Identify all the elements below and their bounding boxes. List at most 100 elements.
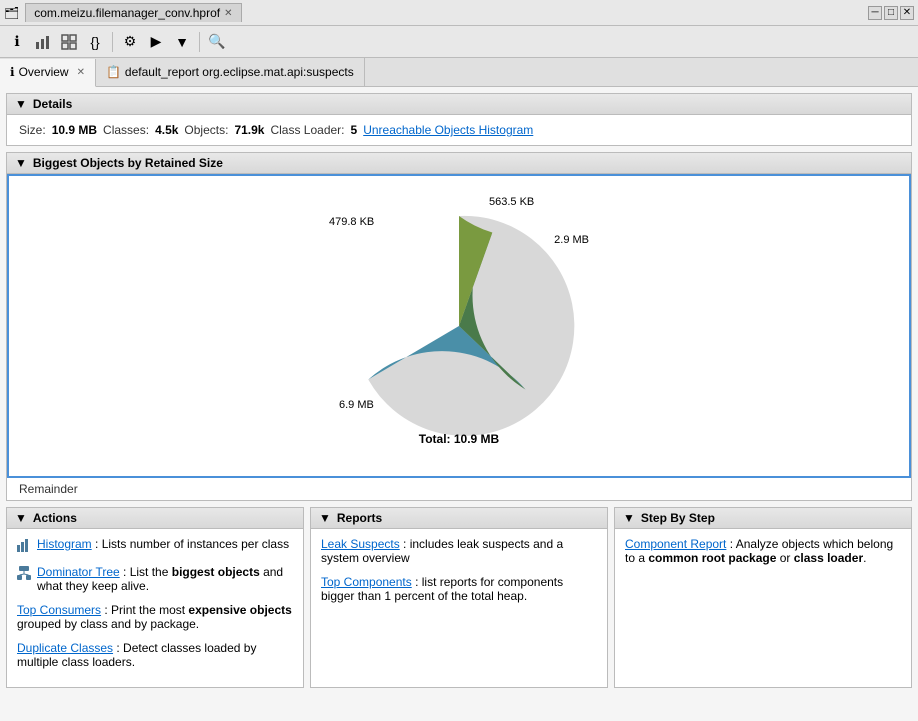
action-duplicate-classes: Duplicate Classes : Detect classes loade…: [17, 641, 293, 669]
file-tab-close[interactable]: ✕: [224, 8, 232, 19]
reports-title: Reports: [337, 511, 382, 525]
chart-total: Total: 10.9 MB: [419, 432, 499, 446]
chart-area: 563.5 KB 479.8 KB 2.9 MB 6.9 MB: [7, 174, 911, 478]
dominator-text: Dominator Tree : List the biggest object…: [37, 565, 293, 593]
tab-overview-close[interactable]: ✕: [77, 67, 85, 78]
actions-section: ▼ Actions Histogram : Lists number of in…: [6, 507, 304, 688]
biggest-objects-header[interactable]: ▼ Biggest Objects by Retained Size: [7, 153, 911, 174]
component-report-link[interactable]: Component Report: [625, 537, 726, 551]
label-563kb: 563.5 KB: [489, 196, 534, 208]
component-report-desc3: .: [863, 551, 866, 565]
leak-suspects-link[interactable]: Leak Suspects: [321, 537, 400, 551]
label-6-9mb: 6.9 MB: [339, 399, 374, 411]
title-bar-left: 🗂 com.meizu.filemanager_conv.hprof ✕: [4, 3, 242, 22]
tab-overview[interactable]: ℹ Overview ✕: [0, 59, 96, 87]
details-row: Size: 10.9 MB Classes: 4.5k Objects: 71.…: [19, 123, 899, 137]
dominator-desc1: : List the: [120, 565, 172, 579]
window-controls: ─ □ ✕: [868, 6, 914, 20]
actions-title: Actions: [33, 511, 77, 525]
actions-header: ▼ Actions: [7, 508, 303, 529]
search-icon[interactable]: 🔍: [206, 31, 228, 53]
reports-content: Leak Suspects : includes leak suspects a…: [311, 529, 607, 621]
component-report-bold1: common root package: [648, 551, 776, 565]
leak-suspects-text: Leak Suspects : includes leak suspects a…: [321, 537, 597, 565]
tab-overview-label: Overview: [19, 65, 69, 79]
objects-label: Objects:: [184, 123, 228, 137]
app-icon: 🗂: [4, 6, 19, 20]
info-icon[interactable]: ℹ: [6, 31, 28, 53]
step-collapse-icon: ▼: [623, 511, 635, 525]
biggest-objects-title: Biggest Objects by Retained Size: [33, 156, 223, 170]
action-dominator: Dominator Tree : List the biggest object…: [17, 565, 293, 593]
report-top-components: Top Components : list reports for compon…: [321, 575, 597, 603]
grid-icon[interactable]: [58, 31, 80, 53]
size-label: Size:: [19, 123, 46, 137]
file-tab-label: com.meizu.filemanager_conv.hprof: [34, 6, 220, 20]
actions-collapse-icon: ▼: [15, 511, 27, 525]
three-col-section: ▼ Actions Histogram : Lists number of in…: [6, 507, 912, 688]
top-components-text: Top Components : list reports for compon…: [321, 575, 597, 603]
histogram-desc: : Lists number of instances per class: [92, 537, 289, 551]
tab-overview-icon: ℹ: [10, 65, 15, 79]
step-title: Step By Step: [641, 511, 715, 525]
toolbar-separator-1: [112, 32, 113, 52]
unreachable-objects-link[interactable]: Unreachable Objects Histogram: [363, 123, 533, 137]
top-consumers-desc1: : Print the most: [101, 603, 188, 617]
action-top-consumers: Top Consumers : Print the most expensive…: [17, 603, 293, 631]
dominator-link[interactable]: Dominator Tree: [37, 565, 120, 579]
action-histogram: Histogram : Lists number of instances pe…: [17, 537, 293, 555]
duplicate-classes-link[interactable]: Duplicate Classes: [17, 641, 113, 655]
classloader-label: Class Loader:: [270, 123, 344, 137]
size-value: 10.9 MB: [52, 123, 97, 137]
biggest-objects-collapse-icon: ▼: [15, 156, 27, 170]
step-by-step-header: ▼ Step By Step: [615, 508, 911, 529]
main-content: ▼ Details Size: 10.9 MB Classes: 4.5k Ob…: [0, 87, 918, 721]
report-leak-suspects: Leak Suspects : includes leak suspects a…: [321, 537, 597, 565]
toolbar: ℹ {} ⚙ ▶ ▼ 🔍: [0, 26, 918, 58]
maximize-button[interactable]: □: [884, 6, 898, 20]
classes-value: 4.5k: [155, 123, 178, 137]
close-button[interactable]: ✕: [900, 6, 914, 20]
step-component-report: Component Report : Analyze objects which…: [625, 537, 901, 565]
tab-report-label: default_report org.eclipse.mat.api:suspe…: [125, 65, 354, 79]
component-report-desc2: or: [776, 551, 793, 565]
classloader-value: 5: [351, 123, 358, 137]
details-section: ▼ Details Size: 10.9 MB Classes: 4.5k Ob…: [6, 93, 912, 146]
pie-chart-container: 563.5 KB 479.8 KB 2.9 MB 6.9 MB: [309, 196, 609, 456]
histogram-text: Histogram : Lists number of instances pe…: [37, 537, 289, 551]
settings-icon[interactable]: ⚙: [119, 31, 141, 53]
tab-report-icon: 📋: [106, 65, 121, 79]
dominator-bold: biggest objects: [172, 565, 260, 579]
dominator-icon: [17, 566, 31, 583]
reports-section: ▼ Reports Leak Suspects : includes leak …: [310, 507, 608, 688]
step-by-step-content: Component Report : Analyze objects which…: [615, 529, 911, 583]
top-consumers-text: Top Consumers : Print the most expensive…: [17, 603, 293, 631]
component-report-text: Component Report : Analyze objects which…: [625, 537, 901, 565]
toolbar-separator-2: [199, 32, 200, 52]
file-tab[interactable]: com.meizu.filemanager_conv.hprof ✕: [25, 3, 241, 22]
reports-header: ▼ Reports: [311, 508, 607, 529]
histogram-link[interactable]: Histogram: [37, 537, 92, 551]
run-dropdown-icon[interactable]: ▼: [171, 31, 193, 53]
tab-default-report[interactable]: 📋 default_report org.eclipse.mat.api:sus…: [96, 58, 365, 86]
objects-value: 71.9k: [234, 123, 264, 137]
title-bar: 🗂 com.meizu.filemanager_conv.hprof ✕ ─ □…: [0, 0, 918, 26]
details-title: Details: [33, 97, 72, 111]
step-by-step-section: ▼ Step By Step Component Report : Analyz…: [614, 507, 912, 688]
actions-content: Histogram : Lists number of instances pe…: [7, 529, 303, 687]
details-header[interactable]: ▼ Details: [7, 94, 911, 115]
run-icon[interactable]: ▶: [145, 31, 167, 53]
chart-icon[interactable]: [32, 31, 54, 53]
top-consumers-link[interactable]: Top Consumers: [17, 603, 101, 617]
histogram-icon: [17, 538, 31, 555]
code-icon[interactable]: {}: [84, 31, 106, 53]
classes-label: Classes:: [103, 123, 149, 137]
component-report-bold2: class loader: [794, 551, 863, 565]
reports-collapse-icon: ▼: [319, 511, 331, 525]
remainder-label: Remainder: [7, 478, 911, 500]
biggest-objects-section: ▼ Biggest Objects by Retained Size 563.5…: [6, 152, 912, 501]
top-components-link[interactable]: Top Components: [321, 575, 412, 589]
label-2-9mb: 2.9 MB: [554, 234, 589, 246]
minimize-button[interactable]: ─: [868, 6, 882, 20]
top-consumers-bold: expensive objects: [188, 603, 291, 617]
